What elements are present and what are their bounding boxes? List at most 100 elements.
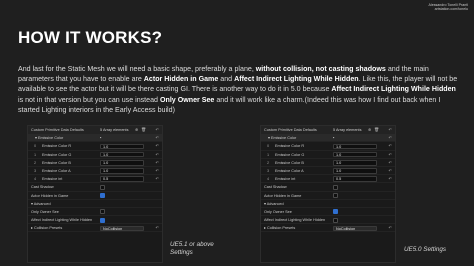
reset-icon[interactable]: ↶ <box>155 134 159 142</box>
collision-presets-dropdown[interactable]: NoCollision <box>100 225 144 232</box>
channel-rows: 0 Emissive Color R 1.0 ↶ 1 Emissive Color G 1.… <box>261 142 395 184</box>
cast-shadow-label: Cast Shadow <box>31 185 54 190</box>
emissive-color-row[interactable]: ▾ Emissive Color ▪ ↶ <box>261 134 395 143</box>
body-bold-2: Actor Hidden in Game <box>143 75 219 84</box>
only-owner-see-checkbox[interactable] <box>100 209 105 215</box>
array-elements-count: 5 Array elements <box>333 128 362 132</box>
collision-presets-row: ▸ Collision Presets NoCollision ↶ <box>28 224 162 233</box>
reset-icon[interactable]: ↶ <box>155 175 159 183</box>
collision-presets-dropdown[interactable]: NoCollision <box>333 225 377 232</box>
reset-icon[interactable]: ↶ <box>155 167 159 175</box>
caption-line: Settings <box>170 248 193 256</box>
body-text-1: And last for the Static Mesh we will nee… <box>18 65 256 73</box>
advanced-row[interactable]: ▾ Advanced <box>261 200 395 208</box>
body-bold-3: Affect Indirect Lighting While Hidden <box>234 75 359 84</box>
caption-ue51: UE5.1 or above Settings <box>170 241 214 256</box>
affect-indirect-label: Affect Indirect Lighting While Hidden <box>264 218 326 223</box>
reset-icon[interactable]: ↶ <box>155 159 159 167</box>
collapse-arrow-icon[interactable]: ▾ <box>264 202 266 206</box>
body-paragraph: And last for the Static Mesh we will nee… <box>18 64 458 115</box>
reset-icon[interactable]: ↶ <box>388 126 392 134</box>
cast-shadow-checkbox[interactable] <box>333 184 338 190</box>
details-panel: Custom Primitive Data Defaults 5 Array e… <box>260 125 396 263</box>
body-text-5: is not in that version but you can use i… <box>18 95 160 104</box>
affect-indirect-label: Affect Indirect Lighting While Hidden <box>31 218 93 223</box>
only-owner-see-checkbox[interactable] <box>333 209 338 215</box>
collapse-arrow-icon[interactable]: ▸ <box>264 226 266 230</box>
reset-icon[interactable]: ↶ <box>388 224 392 232</box>
emissive-color-label: ▾ Emissive Color <box>35 134 63 142</box>
reset-icon[interactable]: ↶ <box>388 167 392 175</box>
reset-icon[interactable]: ↶ <box>388 175 392 183</box>
reset-icon[interactable]: ↶ <box>155 142 159 150</box>
add-element-icon[interactable]: ⊕ <box>368 126 372 134</box>
collision-presets-label: ▸ Collision Presets <box>264 224 295 232</box>
actor-hidden-checkbox[interactable] <box>333 193 338 199</box>
channel-value-input[interactable]: 1.0 <box>333 143 377 150</box>
affect-indirect-checkbox[interactable] <box>333 217 338 223</box>
only-owner-see-row: Only Owner See <box>261 208 395 217</box>
channel-value-input[interactable]: 0.5 <box>100 176 144 183</box>
channel-label: Emissive Color R <box>275 144 305 149</box>
channel-index: 4 <box>267 177 270 182</box>
channel-index: 1 <box>267 152 270 157</box>
custom-primitive-data-row[interactable]: Custom Primitive Data Defaults 5 Array e… <box>261 126 395 135</box>
emissive-channel-row: 3 Emissive Color A 1.0 ↶ <box>28 167 162 176</box>
collapse-arrow-icon[interactable]: ▾ <box>268 136 270 140</box>
channel-label: Emissive Color R <box>42 144 72 149</box>
affect-indirect-checkbox[interactable] <box>100 217 105 223</box>
advanced-label: ▾ Advanced <box>31 200 51 208</box>
cast-shadow-label: Cast Shadow <box>264 185 287 190</box>
channel-rows: 0 Emissive Color R 1.0 ↶ 1 Emissive Color G 1.… <box>28 142 162 184</box>
emissive-channel-row: 4 Emissive int 0.5 ↶ <box>28 175 162 184</box>
channel-value-input[interactable]: 1.0 <box>100 151 144 158</box>
reset-icon[interactable]: ↶ <box>388 142 392 150</box>
collision-presets-text: Collision Presets <box>33 226 63 231</box>
color-swatch-icon[interactable]: ▪ <box>100 134 102 142</box>
channel-value-input[interactable]: 1.0 <box>100 168 144 174</box>
cast-shadow-row: Cast Shadow <box>261 183 395 192</box>
emissive-channel-row: 0 Emissive Color R 1.0 ↶ <box>261 142 395 151</box>
channel-value-input[interactable]: 1.0 <box>333 168 377 174</box>
reset-icon[interactable]: ↶ <box>155 151 159 159</box>
advanced-row[interactable]: ▾ Advanced <box>28 200 162 208</box>
channel-value-input[interactable]: 1.0 <box>333 151 377 158</box>
array-elements-count: 5 Array elements <box>100 128 129 132</box>
actor-hidden-checkbox[interactable] <box>100 193 105 199</box>
emissive-channel-row: 2 Emissive Color B 1.0 ↶ <box>261 159 395 167</box>
channel-value-input[interactable]: 1.0 <box>333 160 377 166</box>
body-text-3: and <box>218 75 235 84</box>
delete-icon[interactable]: 🗑 <box>374 126 379 134</box>
reset-icon[interactable]: ↶ <box>388 134 392 142</box>
channel-label: Emissive int <box>275 177 296 182</box>
add-element-icon[interactable]: ⊕ <box>135 126 139 134</box>
custom-primitive-data-row[interactable]: Custom Primitive Data Defaults 5 Array e… <box>28 126 162 135</box>
emissive-color-row[interactable]: ▾ Emissive Color ▪ ↶ <box>28 134 162 143</box>
channel-label: Emissive Color A <box>275 168 304 173</box>
emissive-channel-row: 4 Emissive int 0.5 ↶ <box>261 175 395 184</box>
emissive-color-text: Emissive Color <box>270 136 297 141</box>
color-swatch-icon[interactable]: ▪ <box>333 134 335 142</box>
delete-icon[interactable]: 🗑 <box>141 126 146 134</box>
collapse-arrow-icon[interactable]: ▸ <box>31 226 33 230</box>
channel-value-input[interactable]: 1.0 <box>100 143 144 150</box>
channel-value-input[interactable]: 0.5 <box>333 176 377 183</box>
reset-icon[interactable]: ↶ <box>388 159 392 167</box>
reset-icon[interactable]: ↶ <box>155 224 159 232</box>
cast-shadow-checkbox[interactable] <box>100 184 105 190</box>
emissive-color-label: ▾ Emissive Color <box>268 134 296 142</box>
collapse-arrow-icon[interactable]: ▾ <box>31 202 33 206</box>
reset-icon[interactable]: ↶ <box>388 151 392 159</box>
channel-label: Emissive Color B <box>275 160 304 165</box>
channel-value-input[interactable]: 1.0 <box>100 160 144 166</box>
author-credit: Alessandro Tonelli Prantl artstation.com… <box>429 3 469 12</box>
channel-index: 0 <box>267 144 270 149</box>
page-title: HOW IT WORKS? <box>18 28 163 47</box>
actor-hidden-label: Actor Hidden in Game <box>31 193 69 198</box>
channel-index: 2 <box>267 160 270 165</box>
reset-icon[interactable]: ↶ <box>155 126 159 134</box>
advanced-text: Advanced <box>266 201 284 206</box>
channel-index: 3 <box>34 168 37 173</box>
emissive-color-text: Emissive Color <box>37 136 64 141</box>
collapse-arrow-icon[interactable]: ▾ <box>35 136 37 140</box>
